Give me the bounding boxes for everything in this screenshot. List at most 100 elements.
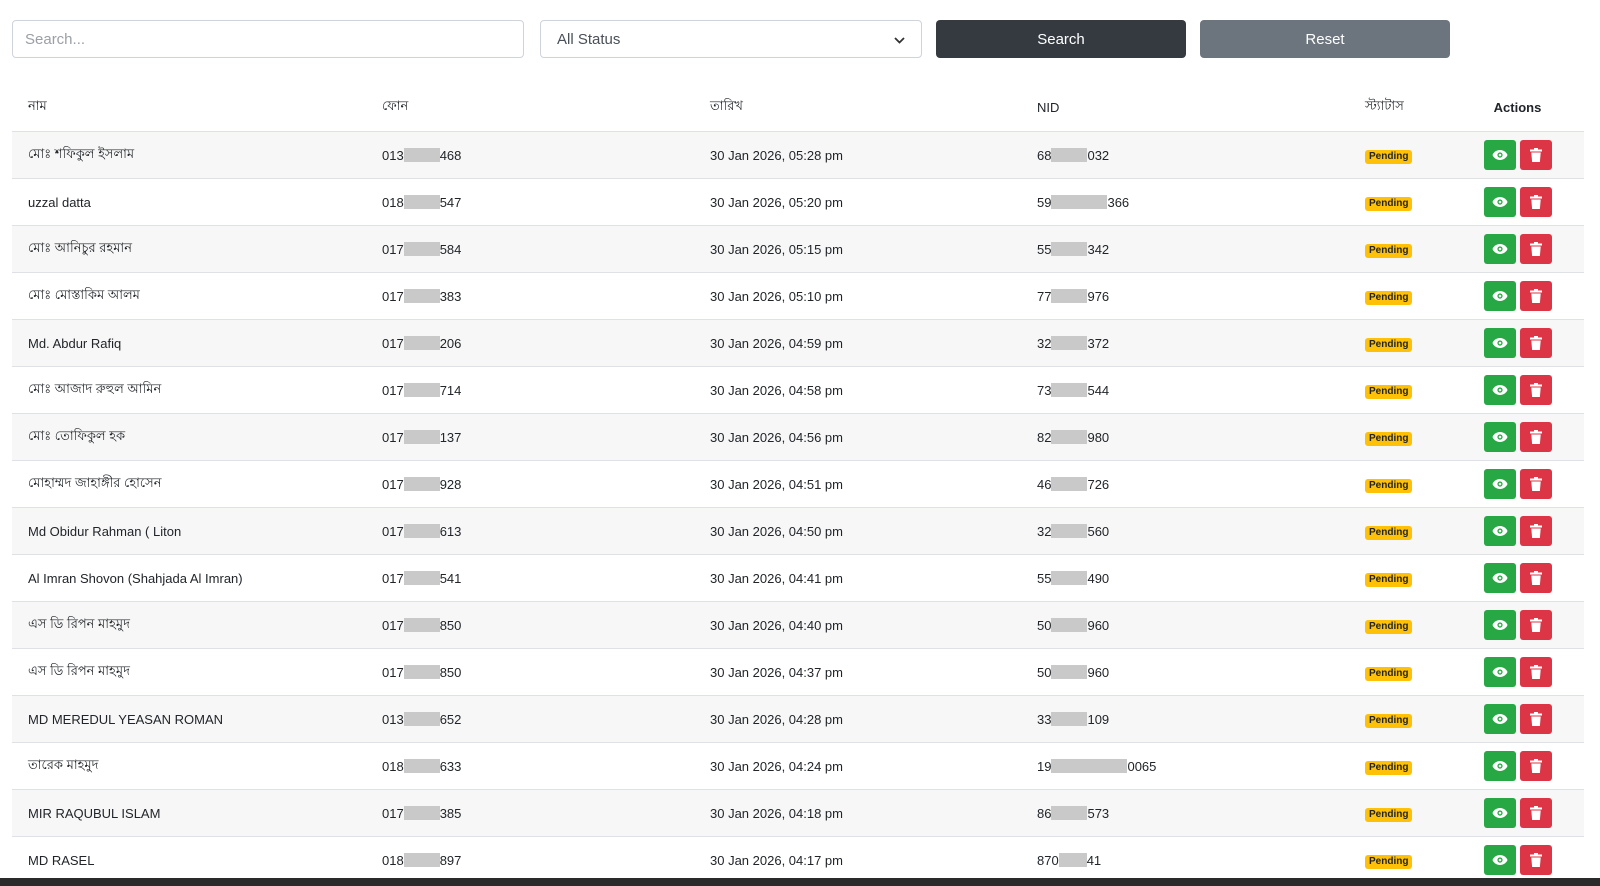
phone-prefix: 017 xyxy=(382,241,404,257)
eye-icon xyxy=(1492,149,1508,161)
delete-button[interactable] xyxy=(1519,610,1552,640)
table-row: uzzal datta 018 547 30 Jan 2026, 05:20 pm 59… xyxy=(12,178,1584,226)
delete-button[interactable] xyxy=(1519,469,1552,499)
cell-phone: 017 385 xyxy=(366,789,694,837)
view-button[interactable] xyxy=(1483,657,1516,687)
view-button[interactable] xyxy=(1483,140,1516,170)
view-button[interactable] xyxy=(1483,516,1516,546)
nid-prefix: 33 xyxy=(1037,711,1052,727)
nid-prefix: 32 xyxy=(1037,335,1052,351)
cell-nid: 86 573 xyxy=(1021,789,1349,837)
cell-actions xyxy=(1451,178,1584,226)
header-status: স্ট্যাটাস xyxy=(1349,84,1451,132)
filter-bar: All Status Search Reset xyxy=(12,20,1452,58)
redaction-block xyxy=(403,759,440,773)
cell-date: 30 Jan 2026, 04:28 pm xyxy=(694,695,1021,743)
cell-status: Pending xyxy=(1349,554,1451,602)
search-input[interactable] xyxy=(12,20,524,58)
cell-nid: 77 976 xyxy=(1021,272,1349,320)
status-select[interactable]: All Status xyxy=(540,20,922,58)
phone-prefix: 017 xyxy=(382,617,404,633)
redaction-block xyxy=(403,571,440,585)
delete-button[interactable] xyxy=(1519,751,1552,781)
view-button[interactable] xyxy=(1483,845,1516,875)
view-button[interactable] xyxy=(1483,563,1516,593)
trash-icon xyxy=(1529,477,1542,491)
redaction-block xyxy=(1051,477,1088,491)
phone-suffix: 714 xyxy=(439,382,462,398)
view-button[interactable] xyxy=(1483,187,1516,217)
view-button[interactable] xyxy=(1483,375,1516,405)
delete-button[interactable] xyxy=(1519,516,1552,546)
search-button[interactable]: Search xyxy=(936,20,1186,58)
cell-nid: 870 41 xyxy=(1021,836,1349,884)
delete-button[interactable] xyxy=(1519,328,1552,358)
reset-button[interactable]: Reset xyxy=(1200,20,1450,58)
view-button[interactable] xyxy=(1483,422,1516,452)
cell-actions xyxy=(1451,742,1584,790)
delete-button[interactable] xyxy=(1519,563,1552,593)
view-button[interactable] xyxy=(1483,751,1516,781)
cell-date: 30 Jan 2026, 04:18 pm xyxy=(694,789,1021,837)
delete-button[interactable] xyxy=(1519,187,1552,217)
cell-actions xyxy=(1451,272,1584,320)
cell-phone: 013 468 xyxy=(366,131,694,179)
delete-button[interactable] xyxy=(1519,704,1552,734)
redaction-block xyxy=(1051,712,1088,726)
phone-prefix: 018 xyxy=(382,194,404,210)
delete-button[interactable] xyxy=(1519,140,1552,170)
cell-name: মোঃ তোফিকুল হক xyxy=(12,413,366,461)
header-name: নাম xyxy=(12,84,366,132)
table-row: এস ডি রিপন মাহমুদ 017 850 30 Jan 2026, 04:3… xyxy=(12,648,1584,696)
delete-button[interactable] xyxy=(1519,422,1552,452)
phone-prefix: 013 xyxy=(382,711,404,727)
eye-icon xyxy=(1492,666,1508,678)
taskbar-strip xyxy=(0,878,1600,886)
nid-prefix: 32 xyxy=(1037,523,1052,539)
redaction-block xyxy=(1051,571,1088,585)
eye-icon xyxy=(1492,572,1508,584)
cell-phone: 018 633 xyxy=(366,742,694,790)
view-button[interactable] xyxy=(1483,610,1516,640)
cell-name: এস ডি রিপন মাহমুদ xyxy=(12,601,366,649)
phone-suffix: 385 xyxy=(439,805,462,821)
delete-button[interactable] xyxy=(1519,375,1552,405)
cell-name: Al Imran Shovon (Shahjada Al Imran) xyxy=(12,554,366,602)
cell-status: Pending xyxy=(1349,366,1451,414)
trash-icon xyxy=(1529,618,1542,632)
delete-button[interactable] xyxy=(1519,798,1552,828)
cell-name: এস ডি রিপন মাহমুদ xyxy=(12,648,366,696)
cell-nid: 73 544 xyxy=(1021,366,1349,414)
view-button[interactable] xyxy=(1483,281,1516,311)
phone-prefix: 018 xyxy=(382,758,404,774)
view-button[interactable] xyxy=(1483,328,1516,358)
delete-button[interactable] xyxy=(1519,845,1552,875)
cell-name: মোহাম্মদ জাহাঙ্গীর হোসেন xyxy=(12,460,366,508)
cell-status: Pending xyxy=(1349,601,1451,649)
table-row: Md. Abdur Rafiq 017 206 30 Jan 2026, 04:59 … xyxy=(12,319,1584,367)
delete-button[interactable] xyxy=(1519,657,1552,687)
table-row: মোঃ শফিকুল ইসলাম 013 468 30 Jan 2026, 05:28… xyxy=(12,131,1584,179)
status-badge: Pending xyxy=(1365,149,1413,164)
cell-nid: 59 366 xyxy=(1021,178,1349,226)
eye-icon xyxy=(1492,525,1508,537)
cell-nid: 19 0065 xyxy=(1021,742,1349,790)
delete-button[interactable] xyxy=(1519,234,1552,264)
cell-status: Pending xyxy=(1349,413,1451,461)
nid-prefix: 86 xyxy=(1037,805,1052,821)
trash-icon xyxy=(1529,430,1542,444)
view-button[interactable] xyxy=(1483,704,1516,734)
delete-button[interactable] xyxy=(1519,281,1552,311)
view-button[interactable] xyxy=(1483,469,1516,499)
cell-phone: 018 897 xyxy=(366,836,694,884)
nid-suffix: 342 xyxy=(1087,241,1110,257)
phone-suffix: 850 xyxy=(439,664,462,680)
nid-suffix: 960 xyxy=(1087,664,1110,680)
redaction-block xyxy=(403,336,440,350)
eye-icon xyxy=(1492,854,1508,866)
phone-suffix: 383 xyxy=(439,288,462,304)
view-button[interactable] xyxy=(1483,234,1516,264)
cell-date: 30 Jan 2026, 04:24 pm xyxy=(694,742,1021,790)
view-button[interactable] xyxy=(1483,798,1516,828)
cell-name: মোঃ আজাদ রুহুল আমিন xyxy=(12,366,366,414)
